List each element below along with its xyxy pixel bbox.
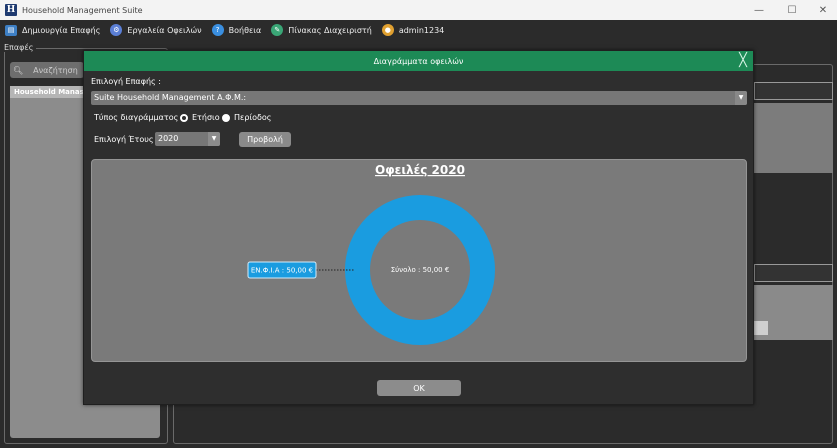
debt-tools-icon: ⚙ [110,24,123,36]
contacts-label: Επαφές [4,43,37,52]
app-logo: H [5,4,17,16]
debts-panel-header [754,264,833,282]
user-icon: ● [381,24,394,36]
ok-button[interactable]: OK [377,380,461,396]
debt-charts-dialog: Διαγράμματα οφειλών ╳ Επιλογή Επαφής : S… [83,50,754,405]
radio-unselected-icon [222,113,230,122]
dialog-close-icon[interactable]: ╳ [739,53,747,69]
year-select[interactable]: 2020 ▼ [155,132,220,146]
close-window-button[interactable]: ✕ [806,0,837,20]
radio-period[interactable]: Περίοδος [222,113,272,122]
title-bar: H Household Management Suite — ☐ ✕ [0,0,837,20]
dialog-title: Διαγράμματα οφειλών [373,56,464,66]
radio-annual[interactable]: Ετήσιο [180,113,220,122]
menu-create-contact[interactable]: ▤ Δημιουργία Επαφής [5,24,100,36]
contact-select-label: Επιλογή Επαφής : [91,77,161,86]
chart-title: Οφειλές 2020 [375,163,465,177]
chart-area: Οφειλές 2020 Σύνολο : 50,00 € ΕΝ.Φ.Ι.Α :… [91,159,747,362]
dialog-header: Διαγράμματα οφειλών ╳ [84,51,753,71]
menu-debt-tools[interactable]: ⚙ Εργαλεία Οφειλών [110,24,202,36]
chevron-down-icon[interactable]: ▼ [735,91,747,105]
details-panel-header [754,82,833,100]
help-icon: ? [211,24,224,36]
menu-bar: ▤ Δημιουργία Επαφής ⚙ Εργαλεία Οφειλών ?… [0,20,837,40]
contact-select[interactable]: Suite Household Management Α.Φ.Μ.: ▼ [91,91,747,105]
maximize-button[interactable]: ☐ [775,0,809,20]
donut-chart: Οφειλές 2020 Σύνολο : 50,00 € ΕΝ.Φ.Ι.Α :… [247,163,495,345]
chevron-down-icon[interactable]: ▼ [208,132,220,146]
radio-selected-icon [180,113,188,122]
admin-panel-icon: ✎ [271,24,284,36]
minimize-button[interactable]: — [742,0,776,20]
view-button[interactable]: Προβολή [239,132,291,147]
slice-label: ΕΝ.Φ.Ι.Α : 50,00 € [251,267,313,275]
search-input[interactable]: 🔍︎ Αναζήτηση [10,62,84,78]
chart-type-label: Τύπος διαγράμματος : [94,113,184,122]
details-panel [754,103,833,173]
contact-card-icon: ▤ [5,24,17,36]
menu-help[interactable]: ? Βοήθεια [211,24,261,36]
menu-user[interactable]: ● admin1234 [381,24,444,36]
search-icon: 🔍︎ [13,65,24,75]
donut-center-label: Σύνολο : 50,00 € [391,266,450,274]
year-select-label: Επιλογή Έτους : [94,135,159,144]
menu-admin-panel[interactable]: ✎ Πίνακας Διαχειριστή [271,24,372,36]
window-title: Household Management Suite [22,5,143,15]
debts-row [754,321,768,335]
